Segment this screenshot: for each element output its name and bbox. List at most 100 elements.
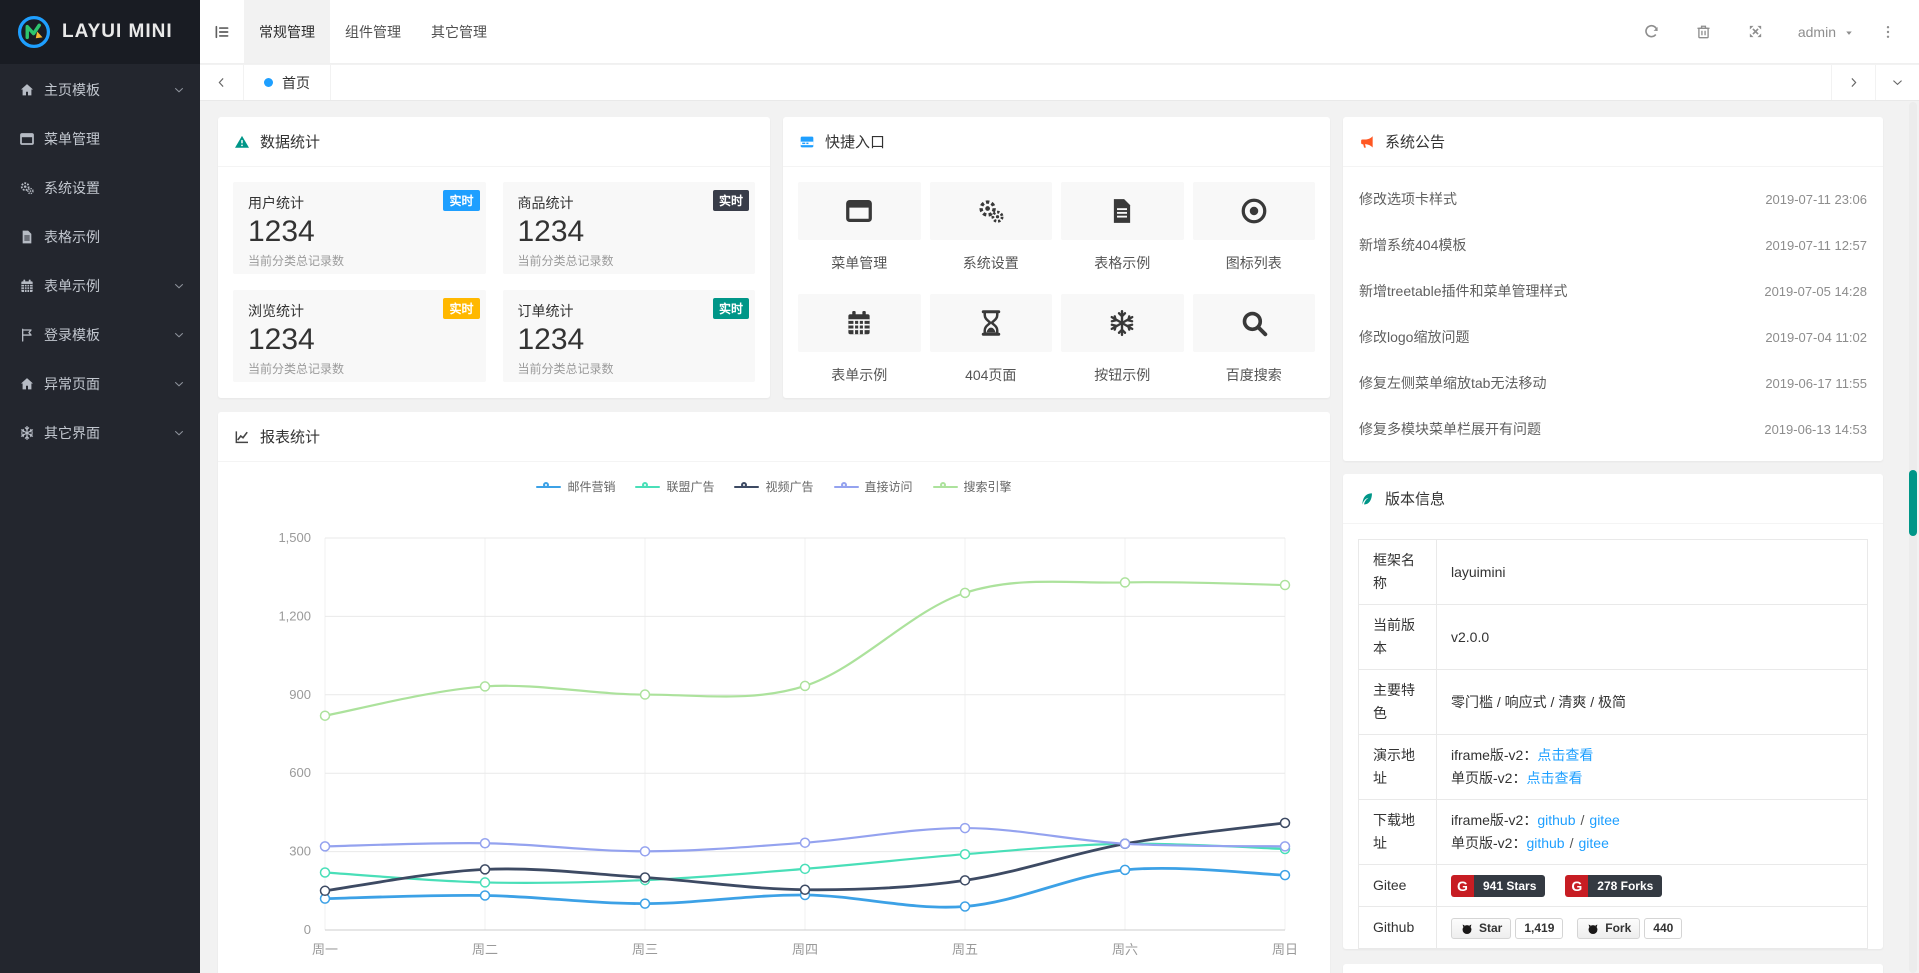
sidebar-item[interactable]: 其它界面 xyxy=(0,408,200,457)
header-toolbar: admin xyxy=(1626,0,1919,63)
collapse-sidebar-button[interactable] xyxy=(200,0,244,63)
user-menu[interactable]: admin xyxy=(1782,24,1871,40)
announcement-text: 新增系统404模板 xyxy=(1359,235,1466,255)
header-spacer xyxy=(502,0,1626,63)
sidebar-item[interactable]: 菜单管理 xyxy=(0,114,200,163)
gitee-icon: G xyxy=(1451,875,1474,897)
logo[interactable]: LAYUI MINI xyxy=(0,0,200,64)
announcement-text: 修复多模块菜单栏展开有问题 xyxy=(1359,419,1541,439)
tabbar-spacer xyxy=(331,65,1831,100)
line-chart-icon xyxy=(234,429,250,445)
refresh-icon xyxy=(1643,23,1660,40)
legend-item[interactable]: 视频广告 xyxy=(734,478,813,495)
legend-item[interactable]: 直接访问 xyxy=(834,478,913,495)
shortcut-label: 表格示例 xyxy=(1061,253,1184,273)
list-alt-icon xyxy=(799,134,815,150)
legend-item[interactable]: 联盟广告 xyxy=(635,478,714,495)
caret-down-icon xyxy=(1843,27,1855,39)
download-github-link[interactable]: github xyxy=(1526,835,1564,851)
header: 常规管理 组件管理 其它管理 admin xyxy=(200,0,1919,64)
shortcut-item[interactable]: 按钮示例 xyxy=(1061,294,1184,385)
announcement-item: 新增treetable插件和菜单管理样式 2019-07-05 14:28 xyxy=(1359,268,1867,314)
announcement-time: 2019-07-04 11:02 xyxy=(1765,330,1867,345)
report-chart: 周一周二周三周四周五周六周日03006009001,2001,500 xyxy=(218,495,1330,973)
sidebar-item-label: 系统设置 xyxy=(44,178,100,198)
fullscreen-button[interactable] xyxy=(1730,0,1782,64)
search-icon xyxy=(1239,308,1269,338)
table-label: 当前版本 xyxy=(1359,605,1437,670)
svg-text:周五: 周五 xyxy=(952,942,978,957)
svg-text:600: 600 xyxy=(289,765,311,780)
github-star-button[interactable]: Star xyxy=(1451,918,1511,939)
shortcut-label: 百度搜索 xyxy=(1193,365,1316,385)
scrollbar-thumb[interactable] xyxy=(1909,470,1917,536)
tabs-scroll-left-button[interactable] xyxy=(200,65,244,100)
header-nav: 常规管理 组件管理 其它管理 xyxy=(244,0,502,63)
window-icon xyxy=(844,196,874,226)
shortcut-item[interactable]: 表格示例 xyxy=(1061,182,1184,273)
shortcut-tile xyxy=(1061,182,1184,240)
clear-cache-button[interactable] xyxy=(1678,0,1730,64)
shortcut-item[interactable]: 表单示例 xyxy=(798,294,921,385)
sidebar-item[interactable]: 系统设置 xyxy=(0,163,200,212)
demo-spa-link[interactable]: 点击查看 xyxy=(1526,770,1582,786)
trash-icon xyxy=(1695,23,1712,40)
realtime-badge: 实时 xyxy=(713,298,749,319)
shortcut-item[interactable]: 404页面 xyxy=(930,294,1053,385)
legend-label: 邮件营销 xyxy=(567,478,615,495)
flag-icon xyxy=(19,327,35,343)
sidebar-item[interactable]: 表单示例 xyxy=(0,261,200,310)
header-nav-item[interactable]: 组件管理 xyxy=(330,0,416,63)
github-fork-count[interactable]: 440 xyxy=(1644,918,1682,939)
sidebar-item-label: 表单示例 xyxy=(44,276,100,296)
stat-box: 商品统计 实时 1234 当前分类总记录数 xyxy=(503,182,756,274)
legend-item[interactable]: 搜索引擎 xyxy=(933,478,1012,495)
github-fork-button[interactable]: Fork xyxy=(1577,918,1640,939)
svg-text:周四: 周四 xyxy=(792,942,818,957)
shortcut-item[interactable]: 菜单管理 xyxy=(798,182,921,273)
announcement-item: 修复多模块菜单栏展开有问题 2019-06-13 14:53 xyxy=(1359,406,1867,452)
octocat-icon xyxy=(1586,922,1600,936)
stat-description: 当前分类总记录数 xyxy=(248,360,471,377)
bullhorn-icon xyxy=(1359,134,1375,150)
svg-text:300: 300 xyxy=(289,844,311,859)
svg-text:周一: 周一 xyxy=(312,942,338,957)
shortcut-tile xyxy=(930,294,1053,352)
chevron-down-icon xyxy=(1891,76,1904,89)
sidebar-item[interactable]: 主页模板 xyxy=(0,65,200,114)
realtime-badge: 实时 xyxy=(443,190,479,211)
refresh-button[interactable] xyxy=(1626,0,1678,64)
stat-value: 1234 xyxy=(248,214,471,250)
demo-iframe-link[interactable]: 点击查看 xyxy=(1537,747,1593,763)
header-nav-item[interactable]: 其它管理 xyxy=(416,0,502,63)
tabs-menu-button[interactable] xyxy=(1875,65,1919,100)
tabs-scroll-right-button[interactable] xyxy=(1831,65,1875,100)
svg-text:周二: 周二 xyxy=(472,942,498,957)
download-github-link[interactable]: github xyxy=(1537,812,1575,828)
chevron-down-icon xyxy=(173,427,185,439)
shortcut-label: 系统设置 xyxy=(930,253,1053,273)
sidebar-item-label: 异常页面 xyxy=(44,374,100,394)
gitee-forks-badge[interactable]: G 278 Forks xyxy=(1565,875,1662,897)
legend-item[interactable]: 邮件营销 xyxy=(536,478,615,495)
shortcut-item[interactable]: 百度搜索 xyxy=(1193,294,1316,385)
chevron-down-icon xyxy=(173,84,185,96)
announcement-time: 2019-06-13 14:53 xyxy=(1764,422,1867,437)
header-nav-item[interactable]: 常规管理 xyxy=(244,0,330,63)
download-gitee-link[interactable]: gitee xyxy=(1589,812,1619,828)
announcement-text: 修改选项卡样式 xyxy=(1359,189,1457,209)
svg-text:1,500: 1,500 xyxy=(278,530,311,545)
github-star-count[interactable]: 1,419 xyxy=(1515,918,1563,939)
more-menu-button[interactable] xyxy=(1871,0,1905,64)
home-icon xyxy=(19,376,35,392)
announcement-time: 2019-06-17 11:55 xyxy=(1765,376,1867,391)
sidebar-item[interactable]: 登录模板 xyxy=(0,310,200,359)
download-gitee-link[interactable]: gitee xyxy=(1579,835,1609,851)
scrollbar-track[interactable] xyxy=(1909,102,1917,973)
sidebar-item[interactable]: 表格示例 xyxy=(0,212,200,261)
tab-home[interactable]: 首页 xyxy=(244,65,331,100)
gitee-stars-badge[interactable]: G 941 Stars xyxy=(1451,875,1545,897)
shortcut-item[interactable]: 图标列表 xyxy=(1193,182,1316,273)
sidebar-item[interactable]: 异常页面 xyxy=(0,359,200,408)
shortcut-item[interactable]: 系统设置 xyxy=(930,182,1053,273)
